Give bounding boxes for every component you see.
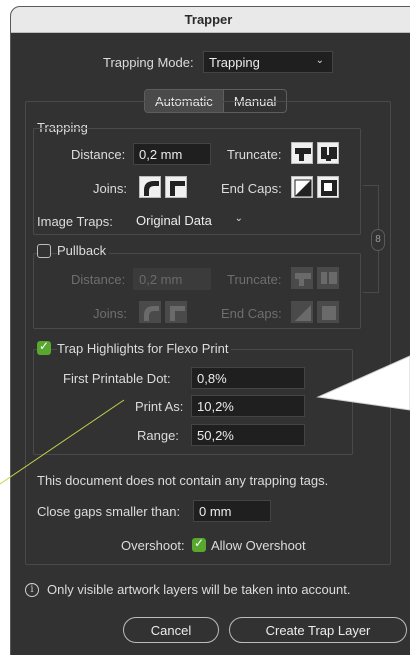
callout-overlay bbox=[0, 355, 410, 485]
callout-pointer bbox=[316, 355, 410, 411]
callout-line bbox=[0, 399, 125, 485]
